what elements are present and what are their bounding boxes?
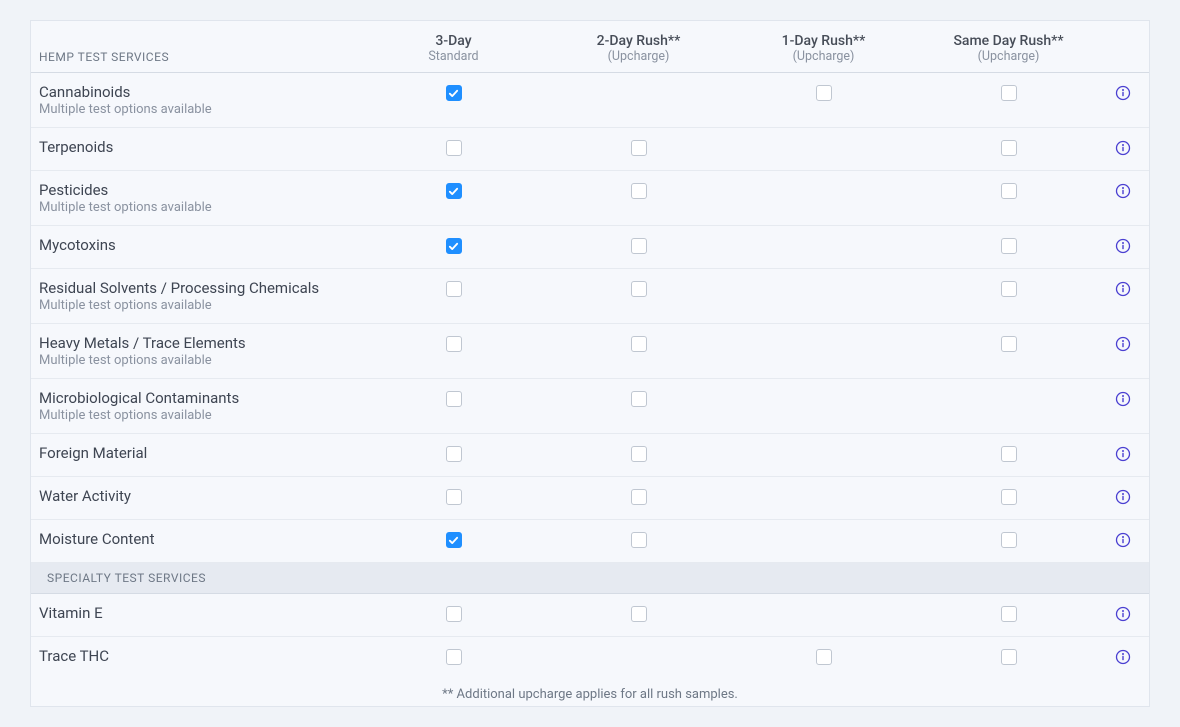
checkbox-3day[interactable]	[446, 183, 462, 199]
checkbox-2day[interactable]	[631, 281, 647, 297]
checkbox-3day[interactable]	[446, 238, 462, 254]
row-label: Residual Solvents / Processing Chemicals…	[31, 279, 361, 313]
table-row: Terpenoids	[31, 128, 1149, 171]
checkbox-sameday[interactable]	[1001, 532, 1017, 548]
checkbox-sameday[interactable]	[1001, 281, 1017, 297]
checkbox-1day[interactable]	[816, 649, 832, 665]
checkbox-2day[interactable]	[631, 606, 647, 622]
checkbox-3day[interactable]	[446, 446, 462, 462]
row-label: Water Activity	[31, 487, 361, 505]
test-subtext: Multiple test options available	[39, 102, 361, 117]
table-row: Heavy Metals / Trace ElementsMultiple te…	[31, 324, 1149, 379]
test-subtext: Multiple test options available	[39, 200, 361, 215]
section-header: SPECIALTY TEST SERVICES	[31, 563, 1149, 594]
row-label: Foreign Material	[31, 444, 361, 462]
table-row: Microbiological ContaminantsMultiple tes…	[31, 379, 1149, 434]
checkbox-sameday[interactable]	[1001, 489, 1017, 505]
test-name: Heavy Metals / Trace Elements	[39, 334, 361, 352]
row-label: Vitamin E	[31, 604, 361, 622]
row-label: Mycotoxins	[31, 236, 361, 254]
table-row: Water Activity	[31, 477, 1149, 520]
row-label: Microbiological ContaminantsMultiple tes…	[31, 389, 361, 423]
checkbox-2day[interactable]	[631, 183, 647, 199]
info-icon[interactable]	[1115, 183, 1131, 199]
checkbox-2day[interactable]	[631, 391, 647, 407]
column-2day: 2-Day Rush** (Upcharge)	[546, 33, 731, 64]
checkbox-sameday[interactable]	[1001, 238, 1017, 254]
column-services: HEMP TEST SERVICES	[31, 50, 361, 64]
table-row: Foreign Material	[31, 434, 1149, 477]
row-label: CannabinoidsMultiple test options availa…	[31, 83, 361, 117]
table-row: Trace THC	[31, 637, 1149, 679]
test-services-table: HEMP TEST SERVICES 3-Day Standard 2-Day …	[30, 20, 1150, 707]
row-label: Heavy Metals / Trace ElementsMultiple te…	[31, 334, 361, 368]
info-icon[interactable]	[1115, 85, 1131, 101]
row-label: Terpenoids	[31, 138, 361, 156]
checkbox-3day[interactable]	[446, 649, 462, 665]
table-row: Residual Solvents / Processing Chemicals…	[31, 269, 1149, 324]
checkbox-3day[interactable]	[446, 606, 462, 622]
test-name: Trace THC	[39, 647, 361, 665]
test-subtext: Multiple test options available	[39, 408, 361, 423]
test-subtext: Multiple test options available	[39, 298, 361, 313]
info-icon[interactable]	[1115, 238, 1131, 254]
checkbox-3day[interactable]	[446, 391, 462, 407]
info-icon[interactable]	[1115, 281, 1131, 297]
checkbox-sameday[interactable]	[1001, 140, 1017, 156]
checkbox-2day[interactable]	[631, 336, 647, 352]
row-label: Moisture Content	[31, 530, 361, 548]
test-name: Foreign Material	[39, 444, 361, 462]
test-name: Water Activity	[39, 487, 361, 505]
row-label: Trace THC	[31, 647, 361, 665]
info-icon[interactable]	[1115, 649, 1131, 665]
checkbox-2day[interactable]	[631, 489, 647, 505]
info-icon[interactable]	[1115, 446, 1131, 462]
checkbox-1day[interactable]	[816, 85, 832, 101]
checkbox-2day[interactable]	[631, 140, 647, 156]
test-name: Cannabinoids	[39, 83, 361, 101]
table-row: Moisture Content	[31, 520, 1149, 563]
checkbox-2day[interactable]	[631, 532, 647, 548]
test-name: Pesticides	[39, 181, 361, 199]
table-row: Vitamin E	[31, 594, 1149, 637]
test-name: Terpenoids	[39, 138, 361, 156]
section-label: SPECIALTY TEST SERVICES	[39, 571, 361, 585]
table-row: PesticidesMultiple test options availabl…	[31, 171, 1149, 226]
checkbox-sameday[interactable]	[1001, 649, 1017, 665]
checkbox-sameday[interactable]	[1001, 336, 1017, 352]
checkbox-3day[interactable]	[446, 336, 462, 352]
checkbox-3day[interactable]	[446, 85, 462, 101]
checkbox-2day[interactable]	[631, 446, 647, 462]
info-icon[interactable]	[1115, 532, 1131, 548]
checkbox-sameday[interactable]	[1001, 606, 1017, 622]
table-row: CannabinoidsMultiple test options availa…	[31, 73, 1149, 128]
checkbox-3day[interactable]	[446, 489, 462, 505]
checkbox-2day[interactable]	[631, 238, 647, 254]
footnote: ** Additional upcharge applies for all r…	[31, 679, 1149, 706]
section-label: HEMP TEST SERVICES	[39, 50, 361, 64]
checkbox-sameday[interactable]	[1001, 85, 1017, 101]
column-sameday: Same Day Rush** (Upcharge)	[916, 33, 1101, 64]
table-row: Mycotoxins	[31, 226, 1149, 269]
checkbox-sameday[interactable]	[1001, 183, 1017, 199]
test-name: Microbiological Contaminants	[39, 389, 361, 407]
info-icon[interactable]	[1115, 336, 1131, 352]
checkbox-3day[interactable]	[446, 140, 462, 156]
checkbox-sameday[interactable]	[1001, 446, 1017, 462]
test-name: Residual Solvents / Processing Chemicals	[39, 279, 361, 297]
info-icon[interactable]	[1115, 606, 1131, 622]
info-icon[interactable]	[1115, 391, 1131, 407]
test-name: Moisture Content	[39, 530, 361, 548]
row-label: PesticidesMultiple test options availabl…	[31, 181, 361, 215]
column-1day: 1-Day Rush** (Upcharge)	[731, 33, 916, 64]
table-header-row: HEMP TEST SERVICES 3-Day Standard 2-Day …	[31, 21, 1149, 73]
test-name: Mycotoxins	[39, 236, 361, 254]
column-3day: 3-Day Standard	[361, 33, 546, 64]
test-name: Vitamin E	[39, 604, 361, 622]
checkbox-3day[interactable]	[446, 281, 462, 297]
info-icon[interactable]	[1115, 489, 1131, 505]
checkbox-3day[interactable]	[446, 532, 462, 548]
test-subtext: Multiple test options available	[39, 353, 361, 368]
info-icon[interactable]	[1115, 140, 1131, 156]
